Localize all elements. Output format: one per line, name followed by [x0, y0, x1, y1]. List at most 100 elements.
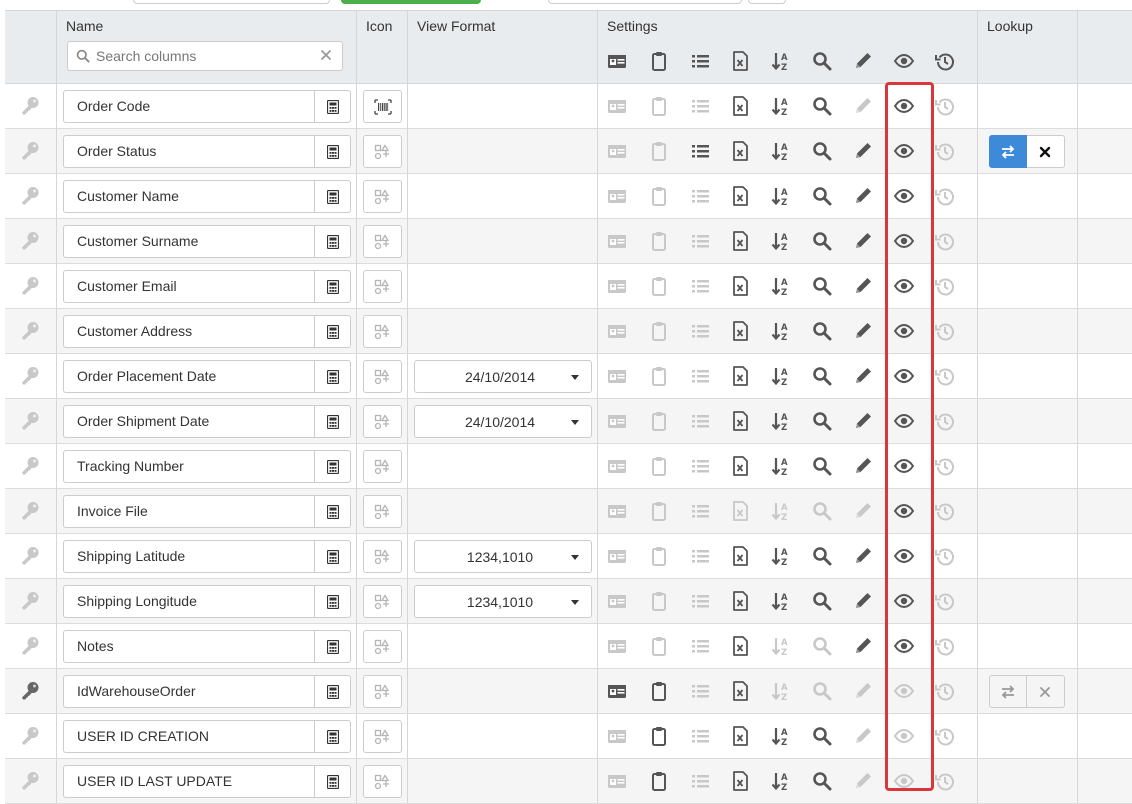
setting-toggle-pencil-icon[interactable]: [852, 500, 874, 522]
setting-toggle-id-card-icon[interactable]: [606, 320, 628, 342]
setting-toggle-id-card-icon[interactable]: [606, 635, 628, 657]
setting-toggle-sort-alpha-icon[interactable]: AZ: [770, 140, 792, 163]
key-icon[interactable]: [19, 545, 41, 567]
setting-toggle-id-card-icon[interactable]: [606, 410, 628, 432]
calculator-button[interactable]: [314, 135, 351, 168]
column-name-input[interactable]: Customer Name: [63, 180, 314, 213]
column-name-input[interactable]: Notes: [63, 630, 314, 663]
calculator-button[interactable]: [314, 90, 351, 123]
setting-toggle-list-icon[interactable]: [689, 140, 711, 162]
setting-toggle-id-card-icon[interactable]: [606, 725, 628, 747]
icon-picker-button[interactable]: [363, 225, 402, 258]
setting-toggle-search-icon[interactable]: [811, 230, 833, 252]
setting-toggle-id-card-icon[interactable]: [606, 275, 628, 297]
column-name-input[interactable]: Order Status: [63, 135, 314, 168]
setting-toggle-eye-icon[interactable]: [893, 680, 915, 702]
setting-toggle-excel-file-icon[interactable]: [729, 365, 751, 387]
setting-toggle-id-card-icon[interactable]: [606, 230, 628, 252]
setting-toggle-sort-alpha-icon[interactable]: AZ: [770, 455, 792, 478]
setting-toggle-excel-file-icon[interactable]: [729, 590, 751, 612]
icon-picker-button[interactable]: [363, 135, 402, 168]
setting-toggle-history-icon[interactable]: [934, 230, 956, 252]
calculator-button[interactable]: [314, 450, 351, 483]
calculator-button[interactable]: [314, 360, 351, 393]
key-icon[interactable]: [19, 410, 41, 432]
key-icon[interactable]: [19, 455, 41, 477]
setting-toggle-sort-alpha-icon[interactable]: AZ: [770, 230, 792, 253]
setting-toggle-excel-file-icon[interactable]: [729, 275, 751, 297]
setting-toggle-list-icon[interactable]: [689, 725, 711, 747]
key-icon[interactable]: [19, 590, 41, 612]
key-icon[interactable]: [19, 95, 41, 117]
setting-toggle-sort-alpha-icon[interactable]: AZ: [770, 770, 792, 793]
setting-toggle-excel-file-icon[interactable]: [729, 185, 751, 207]
setting-toggle-search-icon[interactable]: [811, 455, 833, 477]
top-dropdown[interactable]: [133, 0, 330, 4]
setting-toggle-sort-alpha-icon[interactable]: AZ: [770, 545, 792, 568]
setting-toggle-history-icon[interactable]: [934, 635, 956, 657]
setting-toggle-pencil-icon[interactable]: [852, 320, 874, 342]
setting-toggle-list-icon[interactable]: [689, 500, 711, 522]
setting-toggle-history-icon[interactable]: [934, 500, 956, 522]
setting-toggle-pencil-icon[interactable]: [852, 230, 874, 252]
calculator-button[interactable]: [314, 180, 351, 213]
icon-picker-button[interactable]: [363, 720, 402, 753]
setting-toggle-excel-file-icon[interactable]: [729, 320, 751, 342]
setting-toggle-history-icon[interactable]: [934, 545, 956, 567]
setting-toggle-history-icon[interactable]: [934, 140, 956, 162]
setting-toggle-history-icon[interactable]: [934, 410, 956, 432]
setting-toggle-pencil-icon[interactable]: [852, 275, 874, 297]
calculator-button[interactable]: [314, 540, 351, 573]
icon-picker-button[interactable]: [363, 630, 402, 663]
setting-toggle-search-icon[interactable]: [811, 635, 833, 657]
column-name-input[interactable]: Customer Surname: [63, 225, 314, 258]
setting-toggle-eye-icon[interactable]: [893, 590, 915, 612]
key-icon[interactable]: [19, 320, 41, 342]
setting-toggle-pencil-icon[interactable]: [852, 680, 874, 702]
setting-toggle-search-icon[interactable]: [811, 590, 833, 612]
setting-toggle-clipboard-icon[interactable]: [648, 455, 670, 477]
setting-toggle-history-icon[interactable]: [934, 680, 956, 702]
setting-toggle-clipboard-icon[interactable]: [648, 635, 670, 657]
setting-toggle-pencil-icon[interactable]: [852, 95, 874, 117]
setting-toggle-clipboard-icon[interactable]: [648, 410, 670, 432]
setting-toggle-eye-icon[interactable]: [893, 635, 915, 657]
setting-toggle-id-card-icon[interactable]: [606, 185, 628, 207]
setting-toggle-eye-icon[interactable]: [893, 230, 915, 252]
icon-picker-button[interactable]: [363, 270, 402, 303]
setting-toggle-list-icon[interactable]: [689, 230, 711, 252]
icon-picker-button[interactable]: [363, 495, 402, 528]
key-icon[interactable]: [19, 770, 41, 792]
setting-toggle-search-icon[interactable]: [811, 185, 833, 207]
calculator-button[interactable]: [314, 270, 351, 303]
setting-toggle-history-icon[interactable]: [934, 365, 956, 387]
setting-toggle-id-card-icon[interactable]: [606, 140, 628, 162]
setting-toggle-excel-file-icon[interactable]: [729, 770, 751, 792]
key-icon[interactable]: [19, 185, 41, 207]
setting-toggle-pencil-icon[interactable]: [852, 140, 874, 162]
setting-toggle-search-icon[interactable]: [811, 275, 833, 297]
view-format-select[interactable]: 24/10/2014: [414, 360, 592, 393]
setting-toggle-history-icon[interactable]: [934, 455, 956, 477]
icon-picker-button[interactable]: [363, 675, 402, 708]
column-name-input[interactable]: USER ID CREATION: [63, 720, 314, 753]
setting-toggle-clipboard-icon[interactable]: [648, 140, 670, 162]
setting-toggle-sort-alpha-icon[interactable]: AZ: [770, 95, 792, 118]
icon-picker-button[interactable]: [363, 315, 402, 348]
setting-toggle-history-icon[interactable]: [934, 185, 956, 207]
setting-toggle-search-icon[interactable]: [811, 95, 833, 117]
view-format-select[interactable]: 24/10/2014: [414, 405, 592, 438]
setting-toggle-list-icon[interactable]: [689, 365, 711, 387]
search-input[interactable]: [96, 42, 311, 70]
setting-toggle-eye-icon[interactable]: [893, 140, 915, 162]
setting-toggle-pencil-icon[interactable]: [852, 410, 874, 432]
lookup-swap-button[interactable]: [989, 135, 1027, 168]
key-icon[interactable]: [19, 725, 41, 747]
setting-toggle-eye-icon[interactable]: [893, 500, 915, 522]
calculator-button[interactable]: [314, 315, 351, 348]
key-icon[interactable]: [19, 635, 41, 657]
setting-toggle-eye-icon[interactable]: [893, 95, 915, 117]
setting-toggle-pencil-icon[interactable]: [852, 725, 874, 747]
setting-toggle-excel-file-icon[interactable]: [729, 500, 751, 522]
setting-toggle-pencil-icon[interactable]: [852, 455, 874, 477]
